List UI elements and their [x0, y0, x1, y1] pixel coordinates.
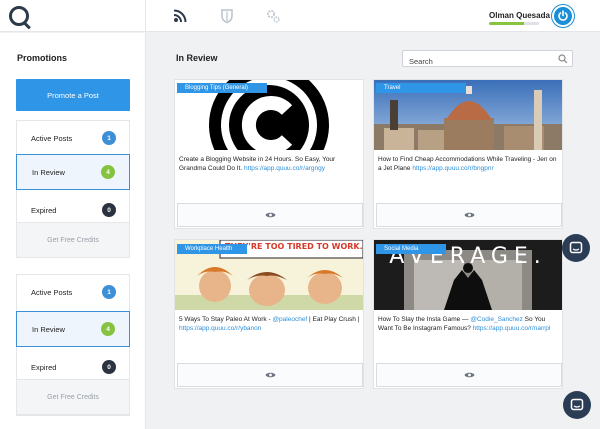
chat-button[interactable]: [563, 391, 591, 419]
broadcast-icon[interactable]: [172, 8, 188, 24]
post-card[interactable]: Travel How to Find Cheap Accommodations …: [373, 79, 563, 229]
count-badge: 0: [102, 203, 116, 217]
get-free-credits-button[interactable]: Get Free Credits: [16, 222, 130, 258]
page-title: In Review: [176, 53, 218, 63]
eye-icon: [265, 372, 275, 378]
post-link[interactable]: https://app.quuu.co/r/ybanon: [179, 325, 261, 332]
post-title: How To Slay the Insta Game —: [378, 316, 471, 323]
post-card[interactable]: Blogging Tips (General) Create a Bloggin…: [174, 79, 364, 229]
preview-button[interactable]: [177, 363, 363, 387]
count-badge: 1: [102, 285, 116, 299]
shield-icon[interactable]: [219, 8, 235, 24]
promote-post-button[interactable]: Promote a Post: [16, 79, 130, 111]
post-text: 5 Ways To Stay Paleo At Work - @paleoche…: [179, 315, 361, 334]
quuu-logo-icon[interactable]: [9, 6, 29, 26]
sidebar-item-active-posts[interactable]: Active Posts 1: [16, 274, 130, 310]
chat-button[interactable]: [562, 234, 590, 262]
eye-icon: [464, 212, 474, 218]
sidebar-item-in-review[interactable]: In Review 4: [16, 154, 130, 190]
chat-icon: [569, 241, 583, 254]
chat-icon: [570, 398, 584, 411]
post-text: Create a Blogging Website in 24 Hours. S…: [179, 155, 361, 174]
post-link[interactable]: https://app.quuu.co/r/argngy: [244, 165, 325, 172]
top-bar: Olman Quesada: [0, 0, 600, 32]
search-box[interactable]: [402, 50, 573, 69]
sidebar-item-label: Expired: [31, 362, 57, 372]
get-free-credits-button[interactable]: Get Free Credits: [16, 379, 130, 415]
count-badge: 4: [101, 322, 115, 336]
count-badge: 1: [102, 131, 116, 145]
sidebar-item-in-review[interactable]: In Review 4: [16, 311, 130, 347]
post-card[interactable]: AVERAGE. Social Media How To Slay the In…: [373, 239, 563, 389]
divider: [145, 0, 146, 32]
user-name[interactable]: Olman Quesada: [489, 11, 550, 20]
preview-button[interactable]: [376, 203, 562, 227]
category-tag: Travel: [376, 83, 466, 93]
count-badge: 4: [101, 165, 115, 179]
sidebar-item-label: Expired: [31, 205, 57, 215]
category-tag: Social Media: [376, 244, 446, 254]
search-icon[interactable]: [558, 54, 568, 64]
power-icon: [558, 10, 568, 21]
sidebar-item-label: Active Posts: [31, 133, 73, 143]
user-progress-bar: [489, 22, 539, 25]
sidebar-title: Promotions: [17, 53, 68, 63]
category-tag: Blogging Tips (General): [177, 83, 267, 93]
search-input[interactable]: [403, 54, 553, 69]
post-title-suffix: | Eat Play Crush |: [307, 316, 360, 323]
sidebar-item-label: In Review: [32, 324, 65, 334]
eye-icon: [464, 372, 474, 378]
mention-link[interactable]: @paleochef: [272, 316, 307, 323]
post-text: How To Slay the Insta Game — @Codie_Sanc…: [378, 315, 560, 334]
post-link[interactable]: https://app.quuu.co/r/narrpl: [473, 325, 551, 332]
mention-link[interactable]: @Codie_Sanchez: [470, 316, 523, 323]
post-text: How to Find Cheap Accommodations While T…: [378, 155, 560, 174]
user-progress-fill: [489, 22, 524, 25]
gears-icon[interactable]: [265, 8, 281, 24]
preview-button[interactable]: [177, 203, 363, 227]
avatar[interactable]: [552, 5, 574, 27]
post-link[interactable]: https://app.quuu.co/r/bngpnr: [412, 165, 493, 172]
sidebar-item-label: In Review: [32, 167, 65, 177]
sidebar-item-label: Active Posts: [31, 287, 73, 297]
post-card[interactable]: THEY'RE TOO TIRED TO WORK. Workplace Hea…: [174, 239, 364, 389]
category-tag: Workplace Health: [177, 244, 247, 254]
post-title: 5 Ways To Stay Paleo At Work -: [179, 316, 273, 323]
sidebar: Promotions Promote a Post Active Posts 1…: [0, 33, 146, 429]
eye-icon: [265, 212, 275, 218]
sidebar-item-active-posts[interactable]: Active Posts 1: [16, 120, 130, 156]
count-badge: 0: [102, 360, 116, 374]
preview-button[interactable]: [376, 363, 562, 387]
